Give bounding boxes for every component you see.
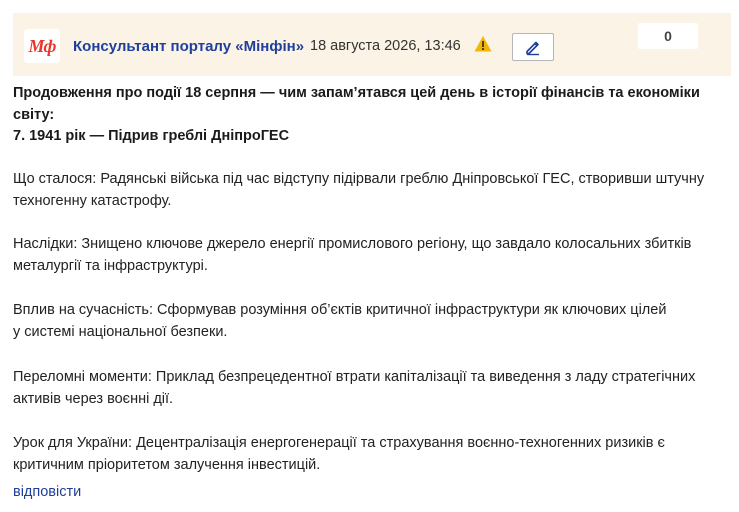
pencil-icon [526, 41, 539, 56]
paragraph-lesson: Урок для України: Децентралізація енерго… [13, 435, 665, 473]
post-intro: Продовження про події 18 серпня — чим за… [13, 85, 700, 123]
post-header: Мф Консультант порталу «Мінфін» 18 авгус… [13, 13, 731, 76]
paragraph-impact: Вплив на сучасність: Сформував розуміння… [13, 302, 667, 340]
minfin-logo: Мф [24, 29, 60, 63]
warning-icon[interactable] [474, 35, 492, 53]
paragraph-turning-points: Переломні моменти: Приклад безпрецедентн… [13, 369, 696, 407]
reply-link[interactable]: відповісти [13, 484, 81, 500]
paragraph-consequences: Наслідки: Знищено ключове джерело енергі… [13, 236, 692, 274]
post-date: 18 августа 2026, 13:46 [310, 38, 461, 54]
author-name[interactable]: Консультант порталу «Мінфін» [73, 38, 304, 55]
rating-counter: 0 [638, 23, 698, 49]
paragraph-what-happened: Що сталося: Радянські війська під час ві… [13, 171, 705, 209]
edit-button[interactable] [512, 33, 554, 61]
post-heading: 7. 1941 рік — Підрив греблі ДніпроГЕС [13, 128, 290, 144]
